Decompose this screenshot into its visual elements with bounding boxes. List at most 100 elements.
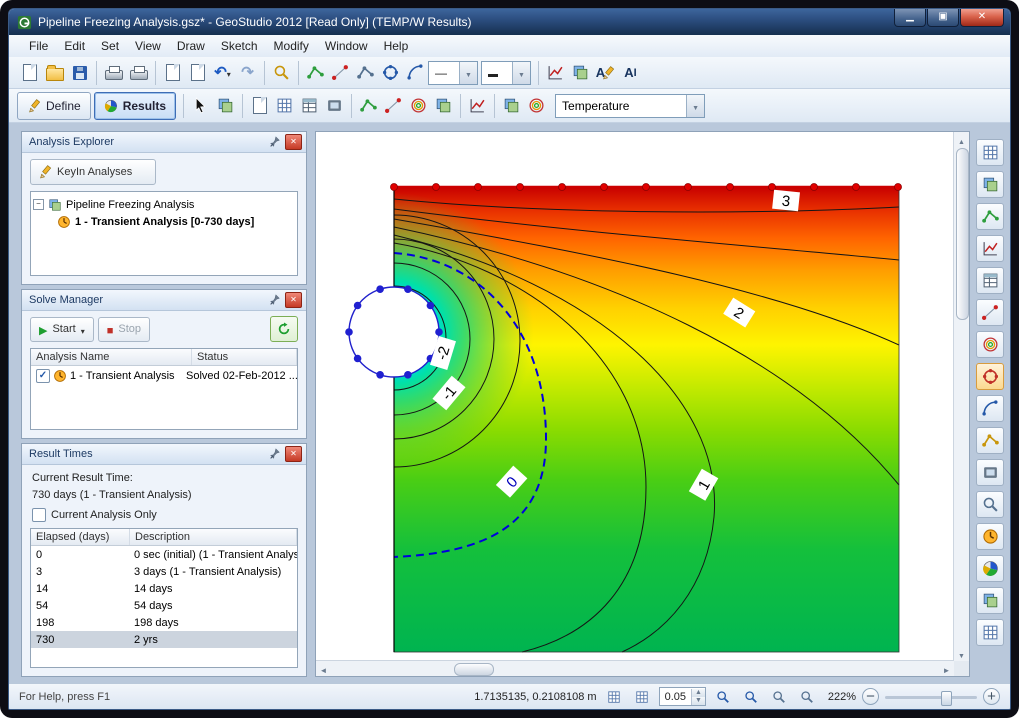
spinner-down-button[interactable] (692, 697, 705, 705)
result-time-row[interactable]: 54 54 days (31, 597, 297, 614)
animation-button[interactable] (322, 93, 347, 118)
view-pie-summary-tool[interactable] (976, 555, 1004, 582)
tree-analysis-item[interactable]: 1 - Transient Analysis [0-730 days] (33, 213, 295, 230)
view-table-button[interactable] (297, 93, 322, 118)
result-times-header[interactable]: Result Times (22, 444, 306, 465)
zoom-objects-button[interactable] (796, 686, 818, 708)
draw-arc-tool[interactable] (403, 60, 428, 85)
copy-view-button[interactable] (247, 93, 272, 118)
label-contours-tool[interactable] (976, 491, 1004, 518)
keyin-analyses-button[interactable]: KeyIn Analyses (30, 159, 156, 185)
grid-toggle[interactable] (631, 686, 653, 708)
horizontal-scroll-thumb[interactable] (454, 663, 494, 676)
open-button[interactable] (42, 60, 67, 85)
panel-close-button[interactable] (285, 446, 302, 462)
zoom-slider[interactable] (885, 689, 977, 705)
save-button[interactable] (67, 60, 92, 85)
result-information-tool[interactable] (976, 203, 1004, 230)
result-time-row[interactable]: 3 3 days (1 - Transient Analysis) (31, 563, 297, 580)
view-result-vectors-button[interactable] (524, 93, 549, 118)
draw-polyline-tool[interactable] (353, 60, 378, 85)
sketch-axes-tool[interactable] (381, 93, 406, 118)
draw-vectors-tool[interactable] (976, 395, 1004, 422)
refresh-button[interactable] (270, 316, 298, 342)
status-column[interactable]: Status (192, 349, 297, 365)
menu-view[interactable]: View (127, 37, 169, 55)
result-time-row[interactable]: 198 198 days (31, 614, 297, 631)
animate-results-tool[interactable] (976, 459, 1004, 486)
select-tool[interactable] (188, 93, 213, 118)
copy-picture-button[interactable] (185, 60, 210, 85)
zoom-page-button[interactable] (768, 686, 790, 708)
menu-modify[interactable]: Modify (266, 37, 317, 55)
spinner-up-button[interactable] (692, 689, 705, 697)
scroll-down-arrow[interactable] (954, 646, 969, 661)
pin-button[interactable] (267, 447, 283, 462)
sketch-graph-button[interactable] (543, 60, 568, 85)
drawing-canvas[interactable]: 3 2 1 0 (316, 132, 954, 661)
sketch-text-button[interactable] (593, 60, 618, 85)
zoom-in-button[interactable] (712, 686, 734, 708)
find-object-button[interactable] (269, 60, 294, 85)
close-button[interactable]: ✕ (960, 9, 1004, 27)
menu-file[interactable]: File (21, 37, 56, 55)
results-tab[interactable]: Results (94, 92, 176, 120)
print-preview-button[interactable] (126, 60, 151, 85)
draw-mesh-tool[interactable] (976, 267, 1004, 294)
draw-points-tool[interactable] (303, 60, 328, 85)
menu-edit[interactable]: Edit (56, 37, 93, 55)
select-objects-tool[interactable] (213, 93, 238, 118)
vertical-scrollbar[interactable] (953, 132, 969, 661)
minimize-button[interactable]: ▁ (894, 9, 926, 27)
undo-button[interactable] (210, 60, 235, 85)
draw-isolines-tool-active[interactable] (976, 363, 1004, 390)
result-time-row-selected[interactable]: 730 2 yrs (31, 631, 297, 648)
maximize-button[interactable]: ▣ (927, 9, 959, 27)
menu-help[interactable]: Help (376, 37, 417, 55)
scroll-right-arrow[interactable] (939, 661, 954, 676)
draw-nodes-tool[interactable] (976, 299, 1004, 326)
zoom-out-button[interactable] (740, 686, 762, 708)
view-parameter-combo[interactable]: Temperature (555, 94, 705, 118)
grid-spacing-spinner[interactable]: 0.05 (659, 687, 706, 706)
current-analysis-only-row[interactable]: Current Analysis Only (32, 508, 296, 522)
start-button[interactable]: Start (30, 317, 94, 342)
redo-button[interactable] (235, 60, 260, 85)
line-weight-combo[interactable] (481, 61, 531, 85)
zoom-decrease-button[interactable] (862, 688, 879, 705)
vertical-scroll-thumb[interactable] (956, 148, 969, 320)
stop-button[interactable]: Stop (98, 317, 150, 342)
draw-flux-sections-tool[interactable] (976, 427, 1004, 454)
solve-manager-header[interactable]: Solve Manager (22, 290, 306, 311)
zoom-slider-thumb[interactable] (941, 691, 952, 706)
view-mesh-button[interactable] (272, 93, 297, 118)
print-button[interactable] (101, 60, 126, 85)
snap-grid-toggle[interactable] (603, 686, 625, 708)
elapsed-column[interactable]: Elapsed (days) (31, 529, 130, 545)
draw-nodes-tool[interactable] (356, 93, 381, 118)
menu-window[interactable]: Window (317, 37, 376, 55)
sketch-picture-button[interactable] (568, 60, 593, 85)
line-style-combo[interactable] (428, 61, 478, 85)
view-table-tool[interactable] (976, 619, 1004, 646)
panel-close-button[interactable] (285, 134, 302, 150)
menu-sketch[interactable]: Sketch (213, 37, 266, 55)
draw-contours-tool[interactable] (976, 331, 1004, 358)
pin-button[interactable] (267, 135, 283, 150)
view-layers-tool[interactable] (976, 587, 1004, 614)
analysis-checkbox[interactable] (36, 369, 50, 383)
menu-draw[interactable]: Draw (169, 37, 213, 55)
define-tab[interactable]: Define (17, 92, 91, 120)
draw-lines-tool[interactable] (328, 60, 353, 85)
modify-text-button[interactable]: I (618, 60, 643, 85)
draw-isolines-tool[interactable] (431, 93, 456, 118)
new-button[interactable] (17, 60, 42, 85)
current-analysis-only-checkbox[interactable] (32, 508, 46, 522)
result-time-row[interactable]: 0 0 sec (initial) (1 - Transient Analysi… (31, 546, 297, 563)
copy-picture-tool[interactable] (976, 171, 1004, 198)
zoom-increase-button[interactable] (983, 688, 1000, 705)
title-bar[interactable]: Pipeline Freezing Analysis.gsz* - GeoStu… (9, 9, 1010, 35)
draw-contour-labels-tool[interactable] (406, 93, 431, 118)
tree-collapse-icon[interactable] (33, 199, 44, 210)
scroll-up-arrow[interactable] (954, 132, 969, 147)
